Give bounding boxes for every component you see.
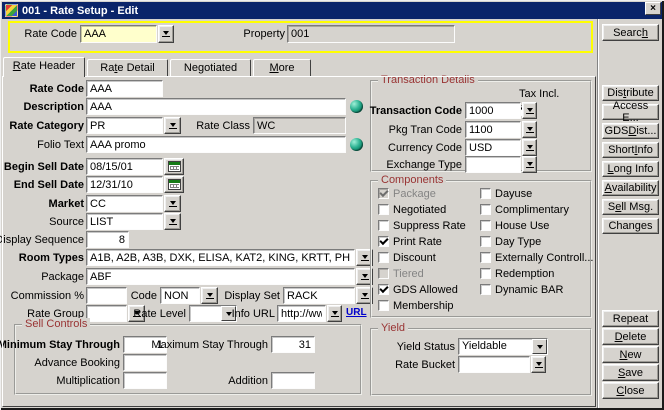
access-exclusive-button[interactable]: Access E...	[602, 104, 659, 120]
gds-distribution-button[interactable]: GDS Dist...	[602, 123, 659, 139]
repeat-button[interactable]: Repeat	[602, 310, 659, 327]
distribute-button[interactable]: Distribute	[602, 85, 659, 101]
search-button[interactable]: Search	[602, 24, 659, 41]
long-info-button[interactable]: Long Info	[602, 161, 659, 177]
tab-negotiated[interactable]: Negotiated	[170, 59, 251, 76]
changes-button[interactable]: Changes	[602, 218, 659, 234]
close-icon[interactable]: ×	[645, 2, 661, 15]
tab-rate-detail[interactable]: Rate Detail	[87, 59, 168, 76]
property-label: Property	[243, 26, 285, 42]
app-icon	[5, 4, 18, 17]
save-button[interactable]: Save	[602, 364, 659, 381]
rate-setup-window: 001 - Rate Setup - Edit × Rate Code Prop…	[0, 0, 664, 410]
tab-content-panel	[2, 76, 596, 407]
sell-msg-button[interactable]: Sell Msg.	[602, 199, 659, 215]
close-button[interactable]: Close	[602, 382, 659, 399]
tab-more[interactable]: More	[253, 59, 311, 76]
header-rate-code-label: Rate Code	[24, 26, 77, 42]
property-field	[287, 25, 455, 43]
availability-button[interactable]: Availability	[602, 180, 659, 196]
header-rate-code-dropdown-button[interactable]	[158, 25, 174, 43]
sidebar-separator	[597, 19, 599, 408]
window-title: 001 - Rate Setup - Edit	[22, 5, 138, 17]
short-info-button[interactable]: Short Info	[602, 142, 659, 158]
dropdown-icon	[162, 31, 170, 37]
delete-button[interactable]: Delete	[602, 328, 659, 345]
new-button[interactable]: New	[602, 346, 659, 363]
titlebar: 001 - Rate Setup - Edit	[2, 2, 662, 19]
tab-rate-header[interactable]: Rate Header	[3, 57, 85, 77]
header-rate-code-input[interactable]	[80, 25, 157, 43]
